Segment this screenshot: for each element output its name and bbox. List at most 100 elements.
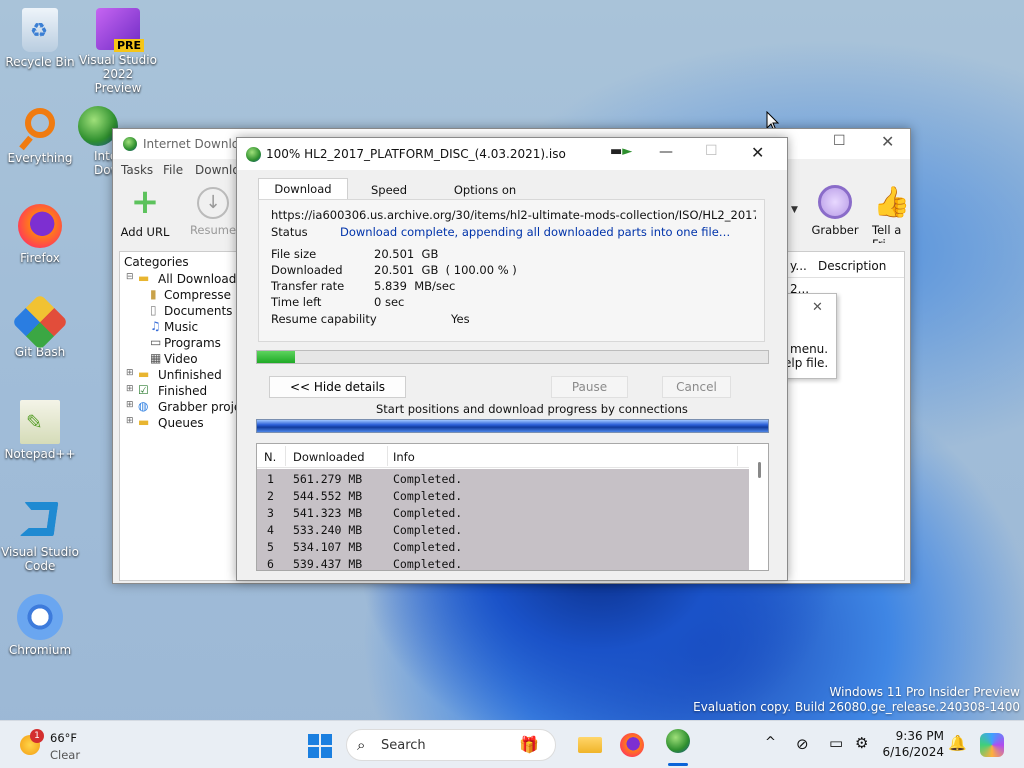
popup-text-line2: elp file.	[784, 356, 829, 370]
pause-button[interactable]: Pause	[551, 376, 628, 398]
tell-a-friend-label: Tell a Fri	[872, 223, 902, 243]
notification-bell-icon[interactable]: 🔔	[948, 734, 967, 752]
connection-row[interactable]: 6 539.437 MB Completed.	[257, 555, 749, 570]
desktop-icon-label: Notepad++	[4, 447, 76, 461]
downloaded-label: Downloaded	[271, 263, 343, 277]
taskbar-file-explorer[interactable]	[574, 729, 606, 761]
connection-downloaded: 541.323 MB	[293, 506, 363, 520]
menu-downloads[interactable]: Downlo	[195, 163, 240, 177]
show-hidden-icons-chevron-icon[interactable]: ^	[765, 735, 776, 750]
copilot-icon[interactable]	[980, 733, 1004, 757]
toolbar-dropdown-arrow-icon[interactable]: ▼	[791, 205, 798, 215]
desktop-icon-git-bash[interactable]: Git Bash	[0, 293, 80, 359]
column-header-partial[interactable]: y...	[790, 259, 807, 273]
desktop-icon-visual-studio-2022[interactable]: PRE Visual Studio 2022 Preview	[78, 8, 158, 95]
dialog-app-icon	[246, 147, 261, 162]
idm-app-icon	[123, 137, 137, 151]
connection-downloaded: 561.279 MB	[293, 472, 363, 486]
table-scrollbar[interactable]	[751, 444, 768, 570]
connection-number: 2	[267, 489, 274, 503]
connection-row[interactable]: 5 534.107 MB Completed.	[257, 538, 749, 555]
plus-icon: +	[130, 182, 160, 222]
weather-widget[interactable]: 1 66°F Clear	[14, 725, 94, 765]
taskbar-search-box[interactable]: ⌕ Search 🎁	[346, 729, 556, 761]
idm-close-button[interactable]: ✕	[881, 132, 894, 151]
connection-info: Completed.	[393, 472, 463, 486]
tab-download-status[interactable]: Download status	[258, 178, 348, 216]
tree-grabber-projects[interactable]: ⊞◍Grabber projec	[126, 399, 238, 415]
start-button[interactable]	[308, 734, 332, 758]
taskbar-firefox[interactable]	[616, 729, 648, 761]
tree-documents[interactable]: ▯ Documents	[150, 303, 240, 319]
overall-progress-fill	[257, 351, 296, 363]
menu-file[interactable]: File	[163, 163, 183, 177]
tree-programs[interactable]: ▭ Programs	[150, 335, 240, 351]
grabber-label: Grabber	[811, 223, 859, 237]
tree-queues[interactable]: ⊞ ▬ Queues	[126, 415, 238, 431]
download-progress-dialog[interactable]: 100% HL2_2017_PLATFORM_DISC_(4.03.2021).…	[236, 137, 788, 581]
column-header-info[interactable]: Info	[393, 450, 415, 464]
display-icon[interactable]: ▭	[829, 734, 843, 752]
table-body: 1 561.279 MB Completed. 2 544.552 MB Complete…	[257, 469, 749, 570]
connection-row[interactable]: 2 544.552 MB Completed.	[257, 487, 749, 504]
scrollbar-thumb[interactable]	[758, 462, 761, 478]
popup-text-line1: menu.	[790, 342, 829, 356]
column-header-description[interactable]: Description	[818, 259, 886, 273]
clock[interactable]: 9:36 PM 6/16/2024	[880, 725, 944, 765]
weather-desc: Clear	[50, 748, 81, 762]
dialog-title-bar[interactable]: 100% HL2_2017_PLATFORM_DISC_(4.03.2021).…	[237, 138, 787, 170]
connections-table[interactable]: N. Downloaded Info 1 561.279 MB Completed.…	[256, 443, 769, 571]
accessibility-icon[interactable]: ⚙	[855, 734, 868, 752]
network-offline-icon[interactable]: ⊘	[796, 735, 809, 753]
tree-compressed[interactable]: ▮ Compresse	[150, 287, 240, 303]
column-header-downloaded[interactable]: Downloaded	[293, 450, 365, 464]
search-placeholder: Search	[381, 738, 426, 753]
desktop-icon-label: Firefox	[20, 251, 60, 265]
desktop-icon-label: Recycle Bin	[5, 55, 75, 69]
folder-open-icon: ▬	[138, 271, 150, 285]
taskbar-idm[interactable]	[660, 727, 696, 767]
tree-music[interactable]: ♫ Music	[150, 319, 240, 335]
overall-progress-bar	[256, 350, 769, 364]
maximize-button[interactable]: ☐	[705, 143, 718, 159]
desktop-icon-vscode[interactable]: Visual Studio Code	[0, 496, 80, 573]
add-url-button[interactable]: + Add URL	[119, 185, 171, 243]
popup-close-icon[interactable]: ✕	[812, 300, 823, 315]
downloaded-value: 20.501 GB ( 100.00 % )	[374, 263, 517, 277]
desktop-icon-everything[interactable]: Everything	[0, 106, 80, 165]
visual-studio-icon: PRE	[96, 8, 144, 52]
column-header-n[interactable]: N.	[264, 450, 276, 464]
connection-downloaded: 544.552 MB	[293, 489, 363, 503]
desktop-icon-firefox[interactable]: Firefox	[0, 204, 80, 265]
connection-row[interactable]: 3 541.323 MB Completed.	[257, 504, 749, 521]
cancel-button[interactable]: Cancel	[662, 376, 731, 398]
desktop-icon-notepad-plus-plus[interactable]: ✎ Notepad++	[0, 400, 80, 461]
connection-row[interactable]: 1 561.279 MB Completed.	[257, 470, 749, 487]
close-button[interactable]: ✕	[751, 143, 764, 162]
menu-tasks[interactable]: Tasks	[121, 163, 153, 177]
tree-video[interactable]: ▦ Video	[150, 351, 240, 367]
tell-a-friend-button[interactable]: 👍 Tell a Fri	[867, 185, 911, 243]
download-url: https://ia600306.us.archive.org/30/items…	[271, 208, 756, 222]
desktop-icon-recycle-bin[interactable]: ♻ Recycle Bin	[0, 8, 80, 69]
resume-capability-value: Yes	[451, 312, 470, 326]
arrow-indicator-icon: ▬►	[610, 144, 633, 159]
tree-finished[interactable]: ⊞ ☑ Finished	[126, 383, 238, 399]
hide-details-button[interactable]: << Hide details	[269, 376, 406, 398]
tab-speed-limiter[interactable]: Speed Limiter	[353, 181, 425, 215]
chromium-icon	[17, 594, 63, 640]
connection-row[interactable]: 4 533.240 MB Completed.	[257, 521, 749, 538]
tab-options-on-completion[interactable]: Options on completion	[429, 181, 541, 215]
desktop-icon-chromium[interactable]: Chromium	[0, 594, 80, 657]
tree-all-downloads[interactable]: ⊟ ▬ All Downloads	[126, 271, 243, 287]
desktop-icon-label: Everything	[7, 151, 73, 165]
tree-unfinished[interactable]: ⊞ ▬ Unfinished	[126, 367, 238, 383]
grabber-button[interactable]: Grabber	[809, 185, 861, 243]
resume-button[interactable]: ↓ Resume	[187, 185, 239, 243]
desktop-icon-label: Visual Studio Code	[1, 545, 79, 573]
add-url-label: Add URL	[120, 225, 170, 239]
idm-maximize-button[interactable]: ☐	[833, 133, 846, 149]
file-size-value: 20.501 GB	[374, 247, 439, 261]
minimize-button[interactable]: —	[659, 144, 673, 160]
connections-progress-bar	[256, 419, 769, 433]
